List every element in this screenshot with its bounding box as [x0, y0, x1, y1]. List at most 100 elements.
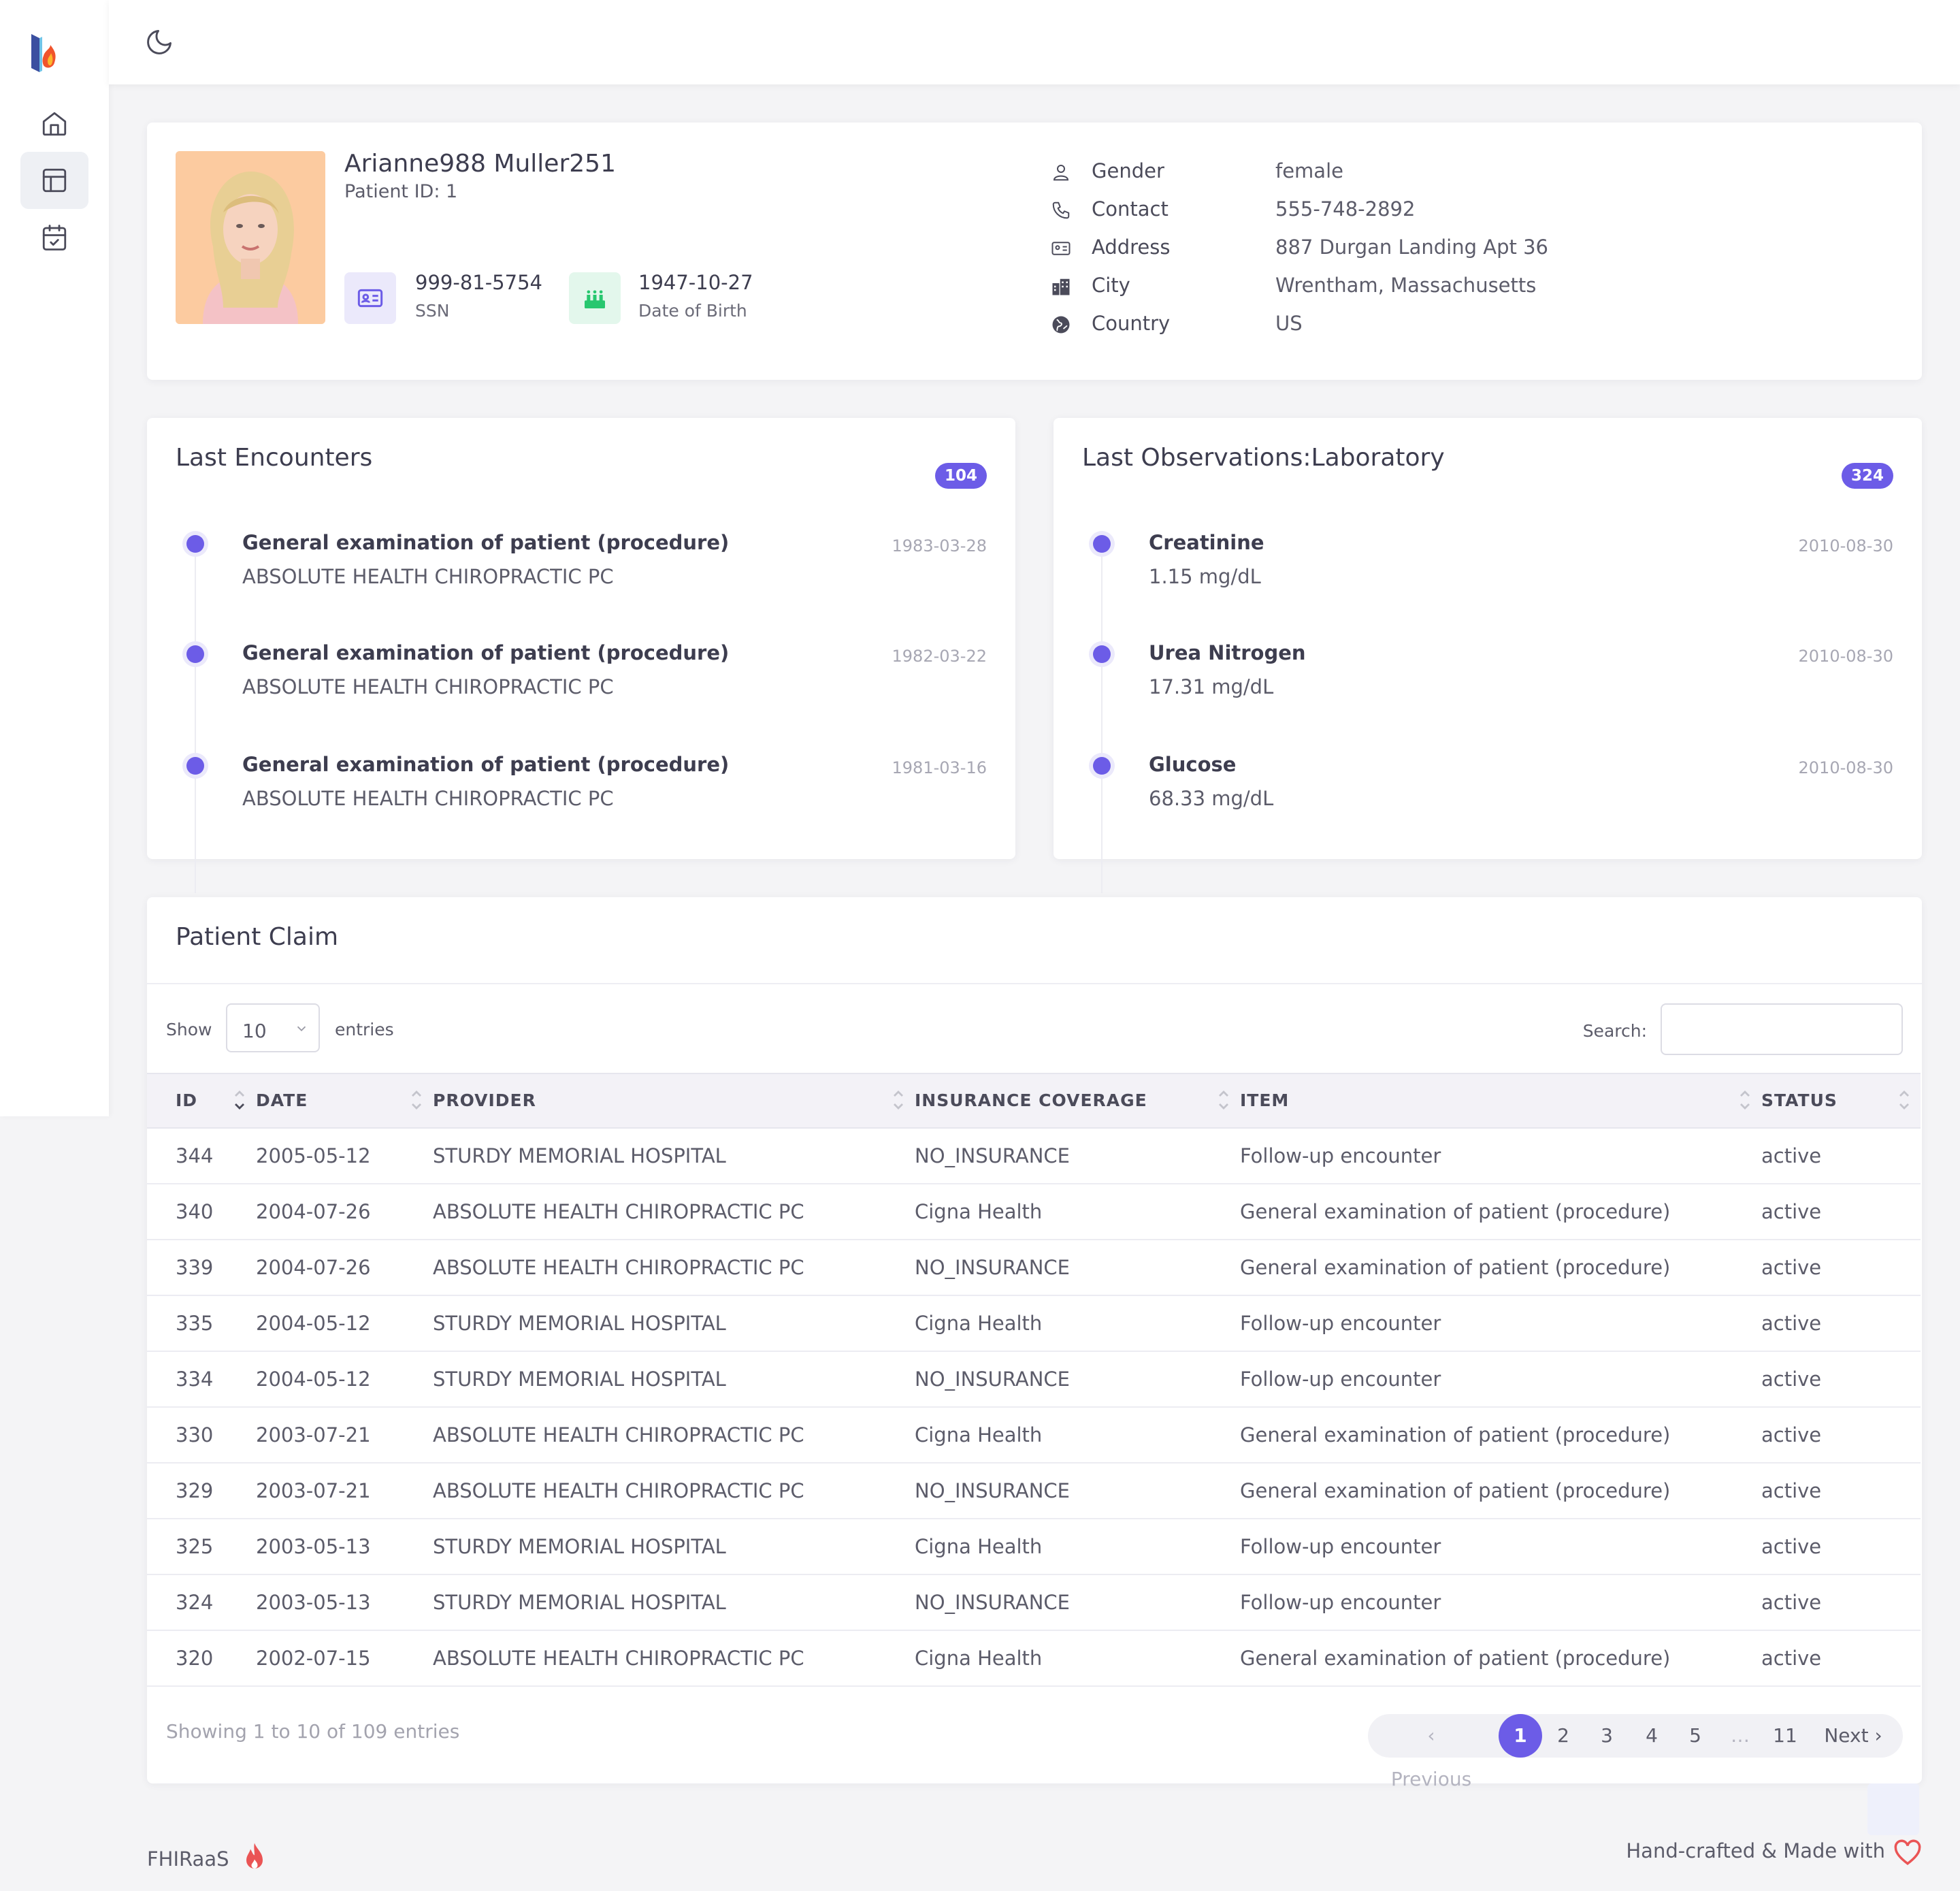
table-row[interactable]: 320 2002-07-15 ABSOLUTE HEALTH CHIROPRACTI…	[147, 1630, 1921, 1687]
cell-id: 335	[147, 1295, 256, 1352]
cell-insurance: Cigna Health	[915, 1295, 1240, 1352]
id-card-icon	[357, 289, 383, 308]
col-header-item[interactable]: ITEM	[1240, 1073, 1761, 1129]
page-size-select[interactable]: 10	[226, 1003, 320, 1052]
patient-claim-card: Patient Claim Show 10 entries Search: ID…	[147, 897, 1922, 1790]
observation-title: Glucose	[1149, 753, 1237, 776]
sidebar-item-layout[interactable]	[20, 152, 88, 209]
cell-date: 2004-05-12	[256, 1351, 433, 1408]
cell-item: General examination of patient (procedur…	[1240, 1463, 1761, 1519]
cell-id: 324	[147, 1574, 256, 1631]
sidebar-item-home[interactable]	[20, 95, 88, 152]
encounters-title: Last Encounters	[176, 444, 373, 472]
page-button-3[interactable]: 3	[1590, 1714, 1624, 1758]
cell-date: 2003-07-21	[256, 1463, 433, 1519]
encounter-title: General examination of patient (procedur…	[242, 753, 730, 776]
cell-date: 2005-05-12	[256, 1128, 433, 1184]
gender-value: female	[1275, 159, 1343, 182]
city-value: Wrentham, Massachusetts	[1275, 274, 1537, 297]
observation-item[interactable]: Glucose 68.33 mg/dL 2010-08-30	[1054, 753, 1922, 835]
encounter-item[interactable]: General examination of patient (procedur…	[147, 531, 1015, 613]
table-row[interactable]: 335 2004-05-12 STURDY MEMORIAL HOSPITAL Cig…	[147, 1295, 1921, 1352]
observation-item[interactable]: Creatinine 1.15 mg/dL 2010-08-30	[1054, 531, 1922, 613]
cell-provider: ABSOLUTE HEALTH CHIROPRACTIC PC	[433, 1407, 915, 1464]
cell-status: active	[1761, 1407, 1921, 1464]
patient-id: Patient ID: 1	[344, 181, 458, 202]
encounter-item[interactable]: General examination of patient (procedur…	[147, 641, 1015, 723]
page-button-5[interactable]: 5	[1678, 1714, 1712, 1758]
cell-insurance: NO_INSURANCE	[915, 1351, 1240, 1408]
moon-icon[interactable]	[144, 27, 174, 57]
search-input[interactable]	[1661, 1003, 1903, 1055]
table-row[interactable]: 344 2005-05-12 STURDY MEMORIAL HOSPITAL NO_…	[147, 1128, 1921, 1184]
home-icon	[42, 112, 67, 136]
table-row[interactable]: 340 2004-07-26 ABSOLUTE HEALTH CHIROPRACTI…	[147, 1184, 1921, 1240]
col-header-id[interactable]: ID	[147, 1073, 256, 1129]
pagination: ‹ Previous 1 2 3 4 5 … 11 Next ›	[1368, 1714, 1903, 1790]
cell-provider: ABSOLUTE HEALTH CHIROPRACTIC PC	[433, 1240, 915, 1296]
address-label: Address	[1092, 236, 1171, 259]
app-logo[interactable]	[27, 31, 63, 76]
search-label: Search:	[1582, 1021, 1647, 1041]
chevron-down-icon	[297, 1026, 306, 1032]
table-row[interactable]: 325 2003-05-13 STURDY MEMORIAL HOSPITAL Cig…	[147, 1519, 1921, 1575]
col-header-date[interactable]: DATE	[256, 1073, 433, 1129]
observation-date: 2010-08-30	[1798, 536, 1893, 555]
observation-value: 68.33 mg/dL	[1149, 787, 1274, 810]
table-row[interactable]: 324 2003-05-13 STURDY MEMORIAL HOSPITAL NO_…	[147, 1574, 1921, 1631]
sort-icon	[412, 1090, 421, 1110]
sort-icon	[894, 1090, 903, 1110]
timeline-dot	[1093, 535, 1111, 553]
scroll-to-top-button[interactable]	[1867, 1783, 1919, 1835]
sort-icon	[1899, 1090, 1909, 1110]
cell-item: Follow-up encounter	[1240, 1128, 1761, 1184]
globe-icon	[1052, 316, 1070, 334]
col-header-insurance[interactable]: INSURANCE COVERAGE	[915, 1073, 1240, 1129]
cell-date: 2002-07-15	[256, 1630, 433, 1687]
observation-item[interactable]: Urea Nitrogen 17.31 mg/dL 2010-08-30	[1054, 641, 1922, 723]
col-header-provider[interactable]: PROVIDER	[433, 1073, 915, 1129]
dob-value: 1947-10-27	[638, 271, 753, 294]
next-page-button[interactable]: Next ›	[1817, 1714, 1889, 1758]
encounter-date: 1981-03-16	[892, 758, 987, 777]
sidebar-item-calendar[interactable]	[20, 209, 88, 266]
show-label: Show	[166, 1020, 212, 1039]
observation-date: 2010-08-30	[1798, 647, 1893, 666]
page-button-11[interactable]: 11	[1768, 1714, 1802, 1758]
cell-date: 2004-07-26	[256, 1184, 433, 1240]
cell-item: Follow-up encounter	[1240, 1574, 1761, 1631]
table-row[interactable]: 339 2004-07-26 ABSOLUTE HEALTH CHIROPRACTI…	[147, 1240, 1921, 1296]
cell-id: 334	[147, 1351, 256, 1408]
table-row[interactable]: 329 2003-07-21 ABSOLUTE HEALTH CHIROPRACTI…	[147, 1463, 1921, 1519]
page-button-4[interactable]: 4	[1635, 1714, 1669, 1758]
footer-brand: FHIRaaS	[147, 1847, 229, 1871]
cell-item: Follow-up encounter	[1240, 1295, 1761, 1352]
observations-count-badge: 324	[1841, 463, 1893, 489]
encounter-date: 1983-03-28	[892, 536, 987, 555]
cell-insurance: NO_INSURANCE	[915, 1240, 1240, 1296]
dob-chip	[569, 272, 621, 324]
cell-id: 330	[147, 1407, 256, 1464]
sort-icon	[1740, 1090, 1750, 1110]
timeline-dot	[1093, 645, 1111, 663]
encounters-count-badge: 104	[934, 463, 987, 489]
cell-insurance: NO_INSURANCE	[915, 1463, 1240, 1519]
table-row[interactable]: 330 2003-07-21 ABSOLUTE HEALTH CHIROPRACTI…	[147, 1407, 1921, 1464]
table-row[interactable]: 334 2004-05-12 STURDY MEMORIAL HOSPITAL NO_…	[147, 1351, 1921, 1408]
col-header-status[interactable]: STATUS	[1761, 1073, 1921, 1129]
page-button-2[interactable]: 2	[1546, 1714, 1580, 1758]
gender-label: Gender	[1092, 159, 1164, 182]
previous-page-button[interactable]: ‹ Previous	[1384, 1714, 1478, 1790]
cell-date: 2004-07-26	[256, 1240, 433, 1296]
encounter-provider: ABSOLUTE HEALTH CHIROPRACTIC PC	[242, 787, 614, 810]
sidebar	[0, 0, 109, 1116]
cell-status: active	[1761, 1128, 1921, 1184]
page-size-value: 10	[242, 1020, 267, 1042]
sort-desc-icon	[235, 1090, 244, 1110]
encounter-item[interactable]: General examination of patient (procedur…	[147, 753, 1015, 835]
city-icon	[1052, 278, 1070, 295]
ssn-value: 999-81-5754	[415, 271, 542, 294]
divider	[147, 983, 1922, 984]
cell-status: active	[1761, 1630, 1921, 1687]
page-button-1[interactable]: 1	[1499, 1714, 1542, 1758]
